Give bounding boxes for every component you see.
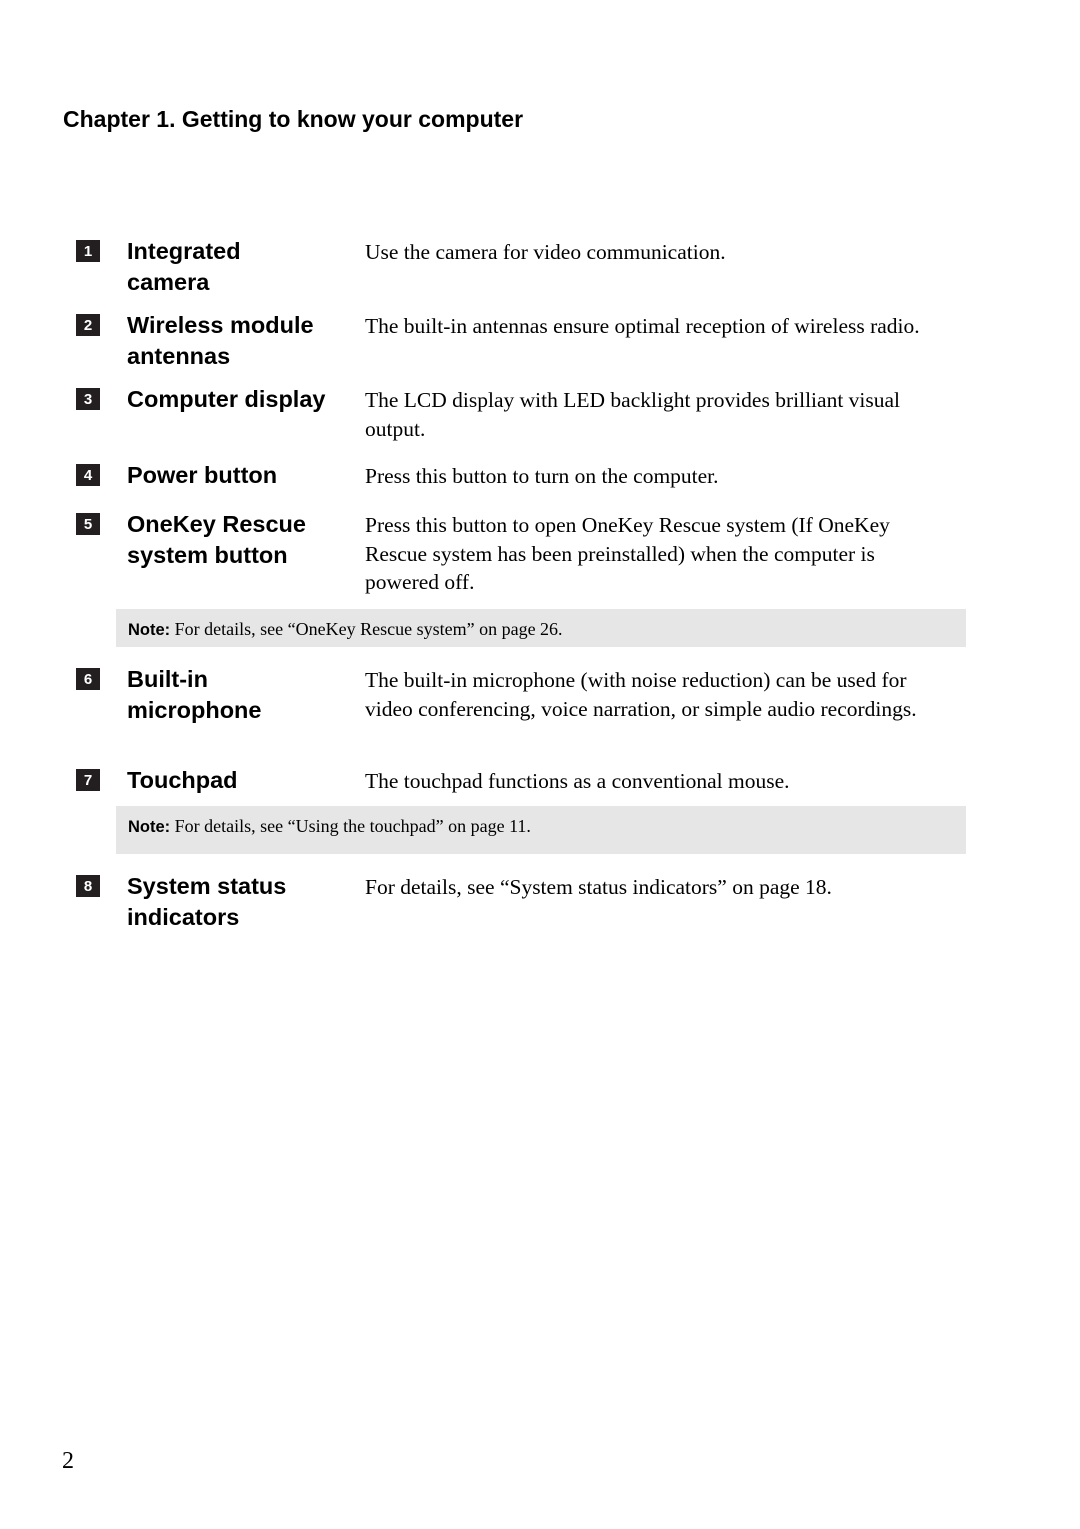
item-term: Integrated camera	[127, 238, 241, 295]
note-text: For details, see “Using the touchpad” on…	[170, 816, 531, 836]
item-description: The LCD display with LED backlight provi…	[365, 388, 901, 441]
item-number-badge: 6	[76, 668, 100, 690]
item-number-badge: 8	[76, 875, 100, 897]
item-description: Press this button to turn on the compute…	[365, 464, 719, 488]
item-description: The touchpad functions as a conventional…	[365, 769, 790, 793]
page-number: 2	[62, 1448, 74, 1474]
item-number-badge: 1	[76, 240, 100, 262]
item-description: The built-in microphone (with noise redu…	[365, 668, 917, 721]
note-touchpad: Note: For details, see “Using the touchp…	[116, 806, 966, 854]
item-description: The built-in antennas ensure optimal rec…	[365, 314, 920, 338]
item-description: For details, see “System status indicato…	[365, 875, 832, 899]
item-term: Built-in microphone	[127, 666, 262, 723]
item-number-badge: 5	[76, 513, 100, 535]
chapter-title: Chapter 1. Getting to know your computer	[63, 106, 524, 132]
item-term: Power button	[127, 462, 278, 488]
item-term: Computer display	[127, 386, 326, 412]
note-onekey-rescue: Note: For details, see “OneKey Rescue sy…	[116, 609, 966, 647]
item-number-badge: 7	[76, 769, 100, 791]
item-term: System status indicators	[127, 873, 287, 930]
note-label: Note:	[128, 818, 171, 836]
item-number-badge: 4	[76, 464, 100, 486]
note-label: Note:	[128, 621, 171, 639]
item-term: Touchpad	[127, 767, 238, 793]
note-text: For details, see “OneKey Rescue system” …	[170, 619, 563, 639]
item-number-badge: 3	[76, 388, 100, 410]
item-term: Wireless module antennas	[127, 312, 314, 369]
item-number-badge: 2	[76, 314, 100, 336]
item-description: Press this button to open OneKey Rescue …	[365, 513, 890, 594]
item-term: OneKey Rescue system button	[127, 511, 306, 568]
item-description: Use the camera for video communication.	[365, 240, 726, 264]
